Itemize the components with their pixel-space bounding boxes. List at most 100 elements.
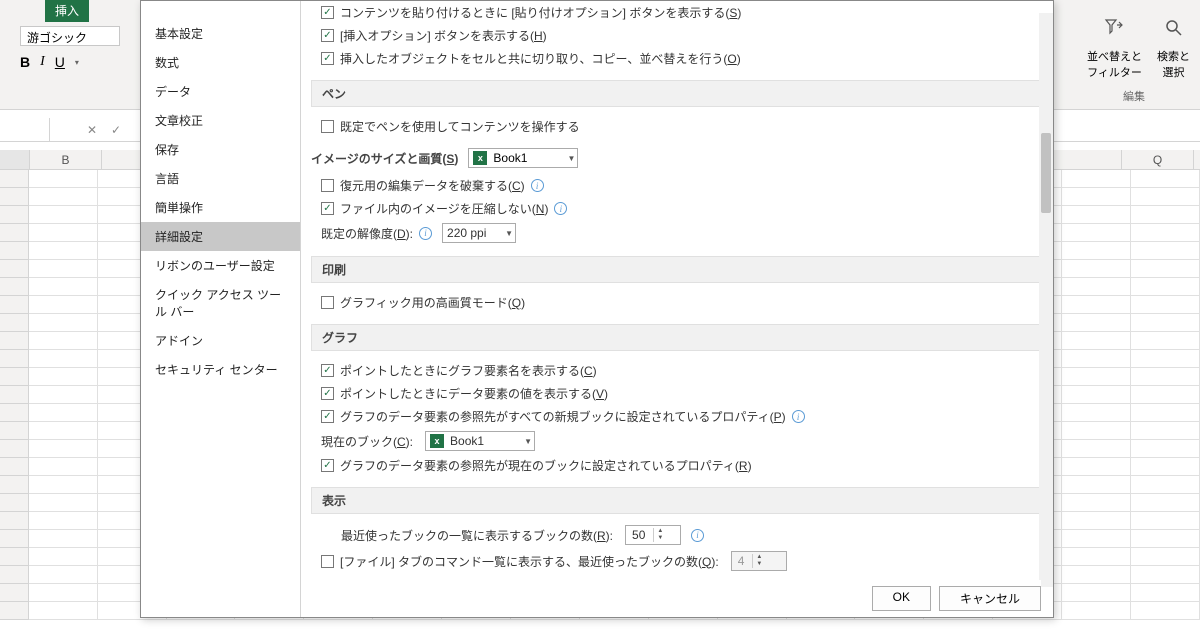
nav-item-11[interactable]: セキュリティ センター	[141, 355, 300, 384]
cell[interactable]	[1062, 206, 1131, 224]
cell[interactable]	[1131, 530, 1200, 548]
checkbox-chart-props-current[interactable]	[321, 459, 334, 472]
cell[interactable]	[1062, 512, 1131, 530]
cell[interactable]	[1062, 494, 1131, 512]
row-header[interactable]	[0, 584, 29, 602]
ok-button[interactable]: OK	[872, 586, 931, 611]
row-header[interactable]	[0, 188, 29, 206]
cell[interactable]	[1131, 332, 1200, 350]
checkbox-paste-options[interactable]	[321, 6, 334, 19]
nav-item-6[interactable]: 簡単操作	[141, 193, 300, 222]
row-header[interactable]	[0, 404, 29, 422]
cell[interactable]	[29, 476, 98, 494]
cell[interactable]	[1131, 314, 1200, 332]
combo-current-book[interactable]: Book1▼	[425, 431, 535, 451]
row-header[interactable]	[0, 440, 29, 458]
cell[interactable]	[29, 278, 98, 296]
row-header[interactable]	[0, 224, 29, 242]
cell[interactable]	[1062, 368, 1131, 386]
underline-button[interactable]: U	[55, 54, 65, 70]
cell[interactable]	[1062, 242, 1131, 260]
row-header[interactable]	[0, 458, 29, 476]
row-header[interactable]	[0, 350, 29, 368]
checkbox-no-compress[interactable]	[321, 202, 334, 215]
cell[interactable]	[1062, 404, 1131, 422]
info-icon[interactable]	[792, 410, 805, 423]
spinner-recent-books[interactable]: 50▲▼	[625, 525, 681, 545]
row-header[interactable]	[0, 476, 29, 494]
cell[interactable]	[29, 260, 98, 278]
cell[interactable]	[1131, 188, 1200, 206]
cell[interactable]	[29, 512, 98, 530]
checkbox-insert-options[interactable]	[321, 29, 334, 42]
cell[interactable]	[1131, 170, 1200, 188]
nav-item-0[interactable]: 基本設定	[141, 19, 300, 48]
cell[interactable]	[1062, 386, 1131, 404]
cell[interactable]	[29, 584, 98, 602]
nav-item-5[interactable]: 言語	[141, 164, 300, 193]
row-header[interactable]	[0, 494, 29, 512]
row-header[interactable]	[0, 602, 29, 620]
cell[interactable]	[29, 440, 98, 458]
cell[interactable]	[1131, 584, 1200, 602]
row-header[interactable]	[0, 512, 29, 530]
cancel-button[interactable]: キャンセル	[939, 586, 1041, 611]
cell[interactable]	[1131, 566, 1200, 584]
cell[interactable]	[1131, 602, 1200, 620]
spinner-recent-commands[interactable]: 4▲▼	[731, 551, 787, 571]
italic-button[interactable]: I	[40, 54, 45, 70]
cell[interactable]	[1062, 584, 1131, 602]
cell[interactable]	[29, 170, 98, 188]
cell[interactable]	[1062, 314, 1131, 332]
cell[interactable]	[1131, 476, 1200, 494]
checkbox-recent-commands[interactable]	[321, 555, 334, 568]
cell[interactable]	[1062, 476, 1131, 494]
cell[interactable]	[1131, 458, 1200, 476]
scroll-thumb[interactable]	[1041, 133, 1051, 213]
cell[interactable]	[1131, 422, 1200, 440]
checkbox-discard-edit-data[interactable]	[321, 179, 334, 192]
row-header[interactable]	[0, 296, 29, 314]
underline-dropdown[interactable]: ▾	[75, 58, 79, 67]
find-select-button[interactable]: 検索と 選択	[1157, 18, 1190, 80]
row-header[interactable]	[0, 170, 29, 188]
cell[interactable]	[1131, 368, 1200, 386]
name-box[interactable]	[0, 118, 50, 141]
cell[interactable]	[1131, 548, 1200, 566]
cell[interactable]	[1062, 602, 1131, 620]
select-all-corner[interactable]	[0, 150, 30, 169]
info-icon[interactable]	[554, 202, 567, 215]
cell[interactable]	[1062, 170, 1131, 188]
cell[interactable]	[29, 314, 98, 332]
cell[interactable]	[1062, 296, 1131, 314]
cell[interactable]	[1131, 512, 1200, 530]
cell[interactable]	[1062, 260, 1131, 278]
cell[interactable]	[29, 296, 98, 314]
cell[interactable]	[29, 602, 98, 620]
row-header[interactable]	[0, 368, 29, 386]
combo-default-resolution[interactable]: 220 ppi▼	[442, 223, 516, 243]
cell[interactable]	[1062, 224, 1131, 242]
cell[interactable]	[29, 566, 98, 584]
cell[interactable]	[29, 404, 98, 422]
scrollbar[interactable]	[1039, 13, 1053, 587]
nav-item-4[interactable]: 保存	[141, 135, 300, 164]
cell[interactable]	[1131, 494, 1200, 512]
row-header[interactable]	[0, 530, 29, 548]
cell[interactable]	[29, 224, 98, 242]
cell[interactable]	[29, 350, 98, 368]
nav-item-7[interactable]: 詳細設定	[141, 222, 300, 251]
cell[interactable]	[29, 332, 98, 350]
ribbon-tab-insert[interactable]: 挿入	[45, 0, 89, 22]
cell[interactable]	[1062, 530, 1131, 548]
cell[interactable]	[29, 386, 98, 404]
info-icon[interactable]	[691, 529, 704, 542]
cell[interactable]	[29, 548, 98, 566]
col-header-b[interactable]: B	[30, 150, 102, 169]
nav-item-8[interactable]: リボンのユーザー設定	[141, 251, 300, 280]
cell[interactable]	[1131, 260, 1200, 278]
checkbox-chart-data-value[interactable]	[321, 387, 334, 400]
cell[interactable]	[29, 422, 98, 440]
cell[interactable]	[1062, 440, 1131, 458]
cell[interactable]	[1062, 332, 1131, 350]
